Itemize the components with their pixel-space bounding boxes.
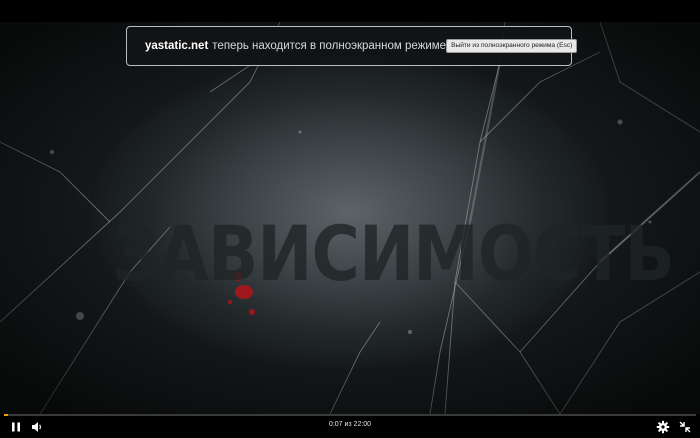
- progress-fill: [4, 414, 8, 416]
- notice-message: теперь находится в полноэкранном режиме: [212, 40, 447, 52]
- exit-fullscreen-button[interactable]: Выйти из полноэкранного режима (Esc): [446, 39, 578, 53]
- notice-domain: yastatic.net: [145, 40, 209, 52]
- gear-icon[interactable]: [656, 420, 670, 434]
- fullscreen-notice: yastatic.net теперь находится в полноэкр…: [126, 26, 578, 66]
- video-title-overlay: ЗАВИСИМОСТЬ: [112, 210, 675, 299]
- time-display: 0:07 из 22:00: [328, 421, 372, 428]
- video-frame[interactable]: ЗАВИСИМОСТЬ: [0, 22, 700, 414]
- top-black-band: [0, 0, 700, 22]
- progress-bar[interactable]: [4, 414, 696, 416]
- player-controls: 0:07 из 22:00: [0, 414, 700, 438]
- exit-fullscreen-icon[interactable]: [678, 420, 692, 434]
